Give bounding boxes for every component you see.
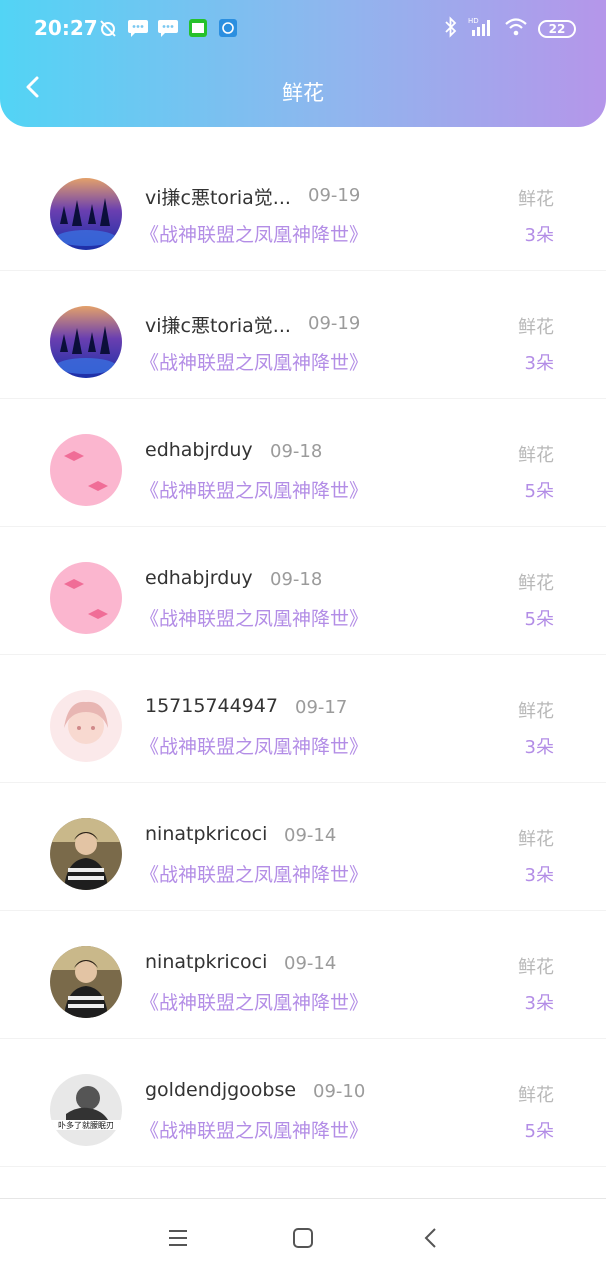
battery-indicator: 22	[538, 20, 576, 38]
app-notification-icon	[187, 17, 209, 39]
list-item[interactable]: 卟多了就朦眠刃 goldendjgoobse 09-10 《战神联盟之凤凰神降世》 鲜花…	[0, 1039, 606, 1167]
user-name: 15715744947	[145, 695, 278, 717]
list-item[interactable]: 15715744947 09-17 《战神联盟之凤凰神降世》 鲜花 3朵	[0, 655, 606, 783]
gift-count: 5朵	[524, 1121, 554, 1142]
notification-icons	[97, 17, 239, 39]
list-item[interactable]: ninatpkricoci 09-14 《战神联盟之凤凰神降世》 鲜花 3朵	[0, 911, 606, 1039]
status-time: 20:27	[34, 16, 98, 40]
gift-date: 09-18	[270, 441, 323, 462]
gift-type: 鲜花	[518, 317, 554, 338]
gift-count: 5朵	[524, 609, 554, 630]
svg-text:HD: HD	[468, 17, 479, 25]
avatar[interactable]	[50, 946, 122, 1018]
gift-date: 09-14	[284, 953, 337, 974]
book-title: 《战神联盟之凤凰神降世》	[140, 224, 369, 246]
book-title: 《战神联盟之凤凰神降世》	[140, 864, 369, 886]
avatar[interactable]	[50, 562, 122, 634]
book-title: 《战神联盟之凤凰神降世》	[140, 480, 369, 502]
gift-date: 09-14	[284, 825, 337, 846]
home-square-icon	[292, 1227, 314, 1253]
gift-count: 3朵	[524, 225, 554, 246]
user-name: ninatpkricoci	[145, 823, 268, 845]
avatar[interactable]	[50, 178, 122, 250]
avatar[interactable]	[50, 306, 122, 378]
message-icon	[157, 17, 179, 39]
list-item[interactable]: ninatpkricoci 09-14 《战神联盟之凤凰神降世》 鲜花 3朵	[0, 783, 606, 911]
menu-icon	[167, 1228, 189, 1252]
gift-date: 09-10	[313, 1081, 366, 1102]
gift-type: 鲜花	[518, 1085, 554, 1106]
gift-count: 3朵	[524, 353, 554, 374]
gift-date: 09-19	[308, 185, 361, 206]
list-item[interactable]: edhabjrduy 09-18 《战神联盟之凤凰神降世》 鲜花 5朵	[0, 527, 606, 655]
navigation-bar: 鲜花	[0, 60, 606, 122]
gift-count: 5朵	[524, 481, 554, 502]
app-notification-icon	[217, 17, 239, 39]
book-title: 《战神联盟之凤凰神降世》	[140, 992, 369, 1014]
user-name: edhabjrduy	[145, 439, 253, 461]
gift-date: 09-18	[270, 569, 323, 590]
home-button[interactable]	[288, 1225, 318, 1255]
user-name: edhabjrduy	[145, 567, 253, 589]
gift-count: 3朵	[524, 737, 554, 758]
avatar[interactable]: 卟多了就朦眠刃	[50, 1074, 122, 1146]
avatar[interactable]	[50, 434, 122, 506]
avatar[interactable]	[50, 818, 122, 890]
user-name: vi搛c悪toria觉...	[145, 187, 291, 209]
gift-type: 鲜花	[518, 701, 554, 722]
back-triangle-icon	[423, 1226, 439, 1254]
book-title: 《战神联盟之凤凰神降世》	[140, 608, 369, 630]
book-title: 《战神联盟之凤凰神降世》	[140, 352, 369, 374]
user-name: ninatpkricoci	[145, 951, 268, 973]
svg-text:卟多了就朦眠刃: 卟多了就朦眠刃	[58, 1120, 114, 1130]
system-nav-bar	[0, 1198, 606, 1280]
gift-count: 3朵	[524, 865, 554, 886]
gift-date: 09-17	[295, 697, 348, 718]
gift-date: 09-19	[308, 313, 361, 334]
page-title: 鲜花	[282, 81, 324, 105]
system-icons: HD 22	[444, 16, 576, 42]
gift-type: 鲜花	[518, 189, 554, 210]
gift-type: 鲜花	[518, 829, 554, 850]
avatar[interactable]	[50, 690, 122, 762]
book-title: 《战神联盟之凤凰神降世》	[140, 736, 369, 758]
gift-list: vi搛c悪toria觉... 09-19 《战神联盟之凤凰神降世》 鲜花 3朵 vi搛c悪…	[0, 143, 606, 1167]
header: 20:27 HD 22 鲜花	[0, 0, 606, 127]
signal-icon: HD	[468, 16, 494, 42]
bluetooth-icon	[444, 16, 458, 42]
gift-count: 3朵	[524, 993, 554, 1014]
user-name: goldendjgoobse	[145, 1079, 297, 1101]
book-title: 《战神联盟之凤凰神降世》	[140, 1120, 369, 1142]
wifi-icon	[504, 17, 528, 41]
list-item[interactable]: vi搛c悪toria觉... 09-19 《战神联盟之凤凰神降世》 鲜花 3朵	[0, 143, 606, 271]
status-bar: 20:27 HD 22	[0, 0, 606, 60]
gift-type: 鲜花	[518, 573, 554, 594]
system-back-button[interactable]	[416, 1225, 446, 1255]
user-name: vi搛c悪toria觉...	[145, 315, 291, 337]
list-item[interactable]: vi搛c悪toria觉... 09-19 《战神联盟之凤凰神降世》 鲜花 3朵	[0, 271, 606, 399]
gift-type: 鲜花	[518, 445, 554, 466]
list-item[interactable]: edhabjrduy 09-18 《战神联盟之凤凰神降世》 鲜花 5朵	[0, 399, 606, 527]
message-icon	[127, 17, 149, 39]
menu-button[interactable]	[163, 1225, 193, 1255]
alarm-off-icon	[97, 17, 119, 39]
gift-type: 鲜花	[518, 957, 554, 978]
